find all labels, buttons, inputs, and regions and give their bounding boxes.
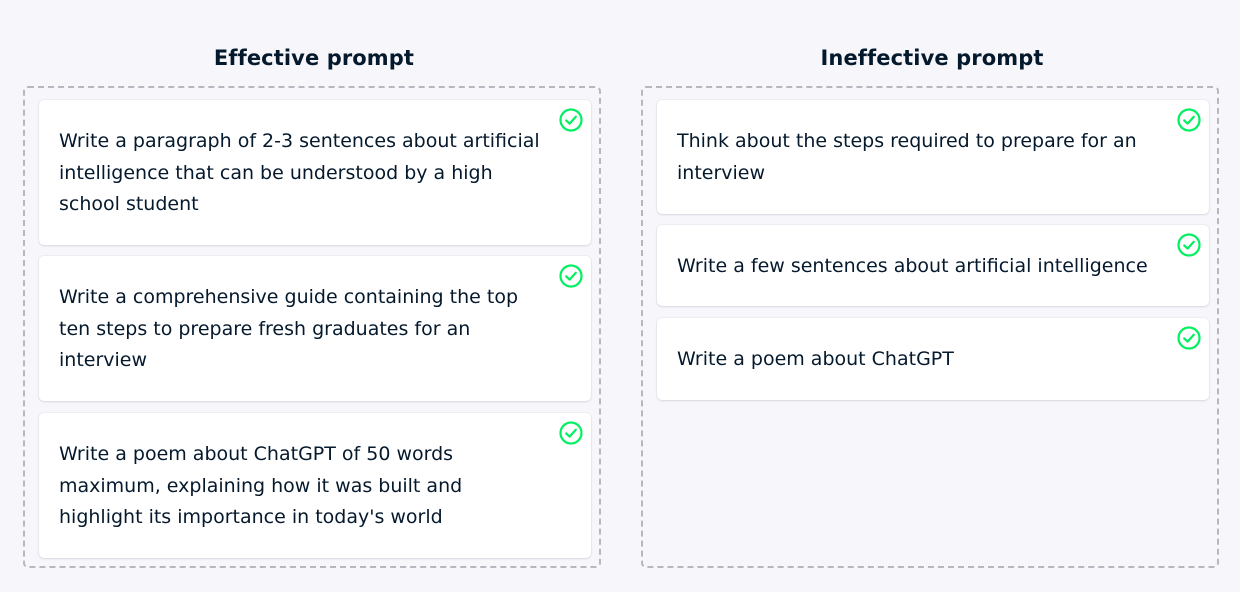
card-text: Write a poem about ChatGPT	[677, 348, 954, 370]
answer-card[interactable]: Write a few sentences about artificial i…	[657, 225, 1209, 306]
card-text: Write a few sentences about artificial i…	[677, 255, 1148, 277]
card-text: Think about the steps required to prepar…	[677, 130, 1137, 184]
drag-drop-board: Effective prompt Write a paragraph of 2-…	[0, 0, 1240, 592]
answer-card[interactable]: Write a poem about ChatGPT	[657, 318, 1209, 400]
column-title-ineffective: Ineffective prompt	[820, 46, 1044, 71]
check-circle-icon	[1177, 233, 1201, 257]
card-text: Write a poem about ChatGPT of 50 words m…	[59, 443, 463, 528]
answer-card[interactable]: Think about the steps required to prepar…	[657, 100, 1209, 214]
card-text: Write a comprehensive guide containing t…	[59, 286, 519, 371]
check-circle-icon	[1177, 108, 1201, 132]
check-circle-icon	[559, 264, 583, 288]
check-circle-icon	[1177, 326, 1201, 350]
check-circle-icon	[559, 108, 583, 132]
column-title-effective: Effective prompt	[213, 46, 415, 71]
effective-dropzone[interactable]: Write a paragraph of 2-3 sentences about…	[23, 86, 601, 568]
answer-card[interactable]: Write a comprehensive guide containing t…	[39, 256, 591, 401]
answer-card[interactable]: Write a paragraph of 2-3 sentences about…	[39, 100, 591, 245]
check-circle-icon	[559, 421, 583, 445]
card-text: Write a paragraph of 2-3 sentences about…	[59, 130, 540, 215]
ineffective-dropzone[interactable]: Think about the steps required to prepar…	[641, 86, 1219, 568]
answer-card[interactable]: Write a poem about ChatGPT of 50 words m…	[39, 413, 591, 558]
